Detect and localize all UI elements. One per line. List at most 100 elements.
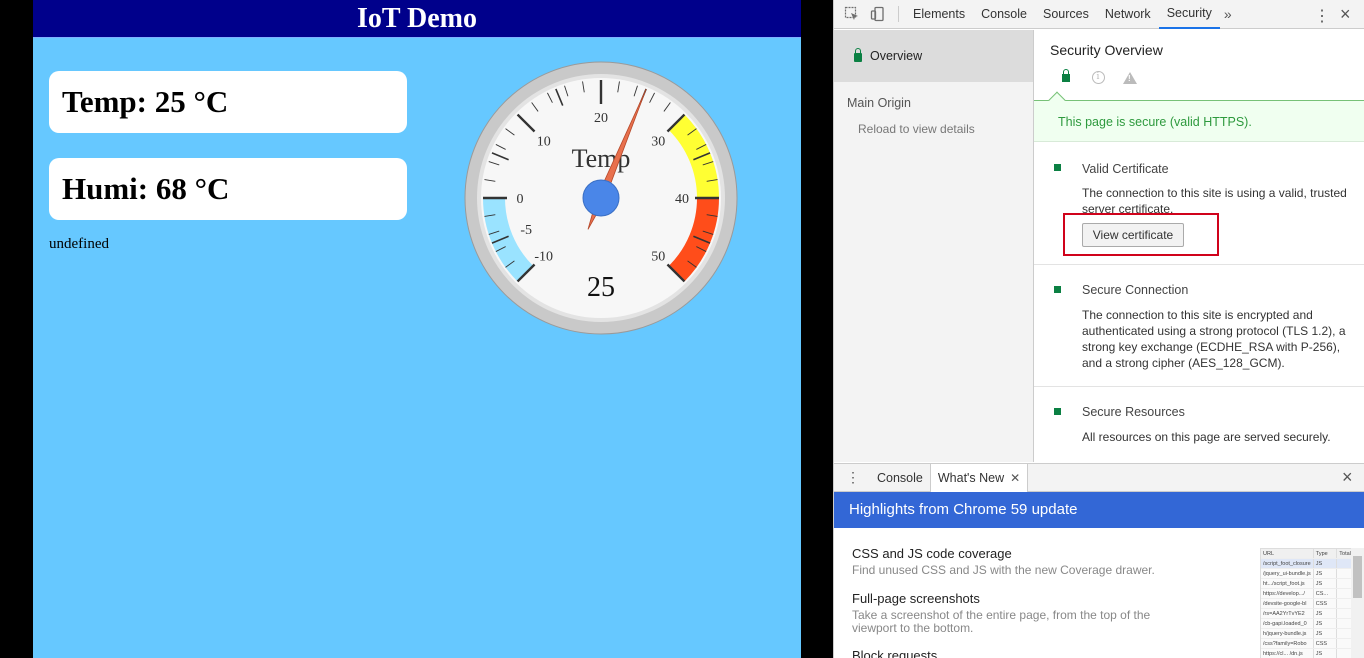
thumbnail-header: URL	[1261, 549, 1314, 558]
thumbnail-type-cell: JS	[1314, 609, 1338, 618]
security-main: Security Overview i This page is secure …	[1034, 30, 1364, 462]
close-tab-icon[interactable]: ✕	[1010, 464, 1020, 492]
thumbnail-row: /script_foot_closure JS	[1261, 559, 1351, 569]
thumbnail-type-cell: CS...	[1314, 589, 1338, 598]
tab-elements[interactable]: Elements	[905, 0, 973, 29]
gauge-tick-label: -5	[520, 223, 532, 238]
toolbar-divider	[898, 6, 899, 22]
secure-banner: This page is secure (valid HTTPS).	[1034, 100, 1364, 142]
devtools-panel: Elements Console Sources Network Securit…	[833, 0, 1364, 658]
devtools-menu-icon[interactable]: ⋮	[1314, 6, 1330, 26]
gauge-tick-label: -10	[534, 249, 553, 264]
more-tabs-chevron-icon[interactable]: »	[1224, 6, 1232, 22]
gauge-tick-label: 40	[675, 192, 689, 207]
thumbnail-type-cell: JS	[1314, 649, 1338, 658]
thumbnail-total-cell	[1337, 609, 1351, 618]
coverage-screenshot-thumbnail: URL Type Total /script_foot_closure JS/jq…	[1260, 548, 1352, 658]
thumbnail-total-cell	[1337, 559, 1351, 568]
thumbnail-url-cell: https://cl... /dn.js	[1261, 649, 1314, 658]
lock-icon	[854, 47, 862, 62]
drawer-tab-whats-new[interactable]: What's New ✕	[929, 463, 1029, 492]
thumbnail-type-cell: JS	[1314, 559, 1338, 568]
security-sidebar: Overview Main Origin Reload to view deta…	[834, 30, 1034, 462]
thumbnail-url-cell: /css?family=Robo	[1261, 639, 1314, 648]
tab-console[interactable]: Console	[973, 0, 1035, 29]
thumbnail-type-cell: CSS	[1314, 599, 1338, 608]
devtools-drawer: ⋮ Console What's New ✕ × Highlights from…	[834, 463, 1364, 658]
sidebar-item-label: Overview	[870, 49, 923, 63]
thumbnail-total-cell	[1337, 649, 1351, 658]
gauge-tick-label: 50	[651, 249, 665, 264]
close-devtools-icon[interactable]: ×	[1340, 4, 1351, 25]
secure-resources-section: Secure Resources All resources on this p…	[1034, 387, 1364, 462]
close-drawer-icon[interactable]: ×	[1342, 467, 1353, 488]
inspect-element-icon[interactable]	[844, 6, 860, 22]
whats-new-item: CSS and JS code coverage Find unused CSS…	[852, 546, 1232, 577]
section-description: The connection to this site is encrypted…	[1082, 308, 1346, 370]
thumbnail-type-cell: CSS	[1314, 639, 1338, 648]
gauge-value: 25	[587, 272, 615, 303]
page-header: IoT Demo	[33, 0, 801, 38]
thumbnail-total-cell	[1337, 639, 1351, 648]
tab-sources[interactable]: Sources	[1035, 0, 1097, 29]
thumbnail-url-cell: ht.../script_foot.js	[1261, 579, 1314, 588]
drawer-scrollbar[interactable]	[1351, 548, 1364, 658]
gauge-tick-label: 20	[594, 111, 608, 126]
section-heading: Valid Certificate	[1082, 162, 1169, 176]
thumbnail-total-cell	[1337, 579, 1351, 588]
thumbnail-url-cell: /cb-gapi.loaded_0	[1261, 619, 1314, 628]
drawer-tab-label: What's New	[937, 470, 1005, 485]
warning-icon	[1114, 71, 1146, 84]
thumbnail-url-cell: /jquery_ui-bundle.js	[1261, 569, 1314, 578]
view-certificate-button[interactable]: View certificate	[1082, 223, 1184, 247]
device-toolbar-icon[interactable]	[870, 6, 886, 22]
thumbnail-url-cell: /devsite-google-bl	[1261, 599, 1314, 608]
thumbnail-type-cell: JS	[1314, 629, 1338, 638]
thumbnail-row: https://cl... /dn.js JS	[1261, 649, 1351, 658]
thumbnail-total-cell	[1337, 569, 1351, 578]
whats-new-banner: Highlights from Chrome 59 update	[834, 492, 1364, 528]
drawer-tab-console[interactable]: Console	[870, 464, 930, 492]
tab-network[interactable]: Network	[1097, 0, 1159, 29]
scrollbar-thumb[interactable]	[1353, 556, 1362, 598]
sidebar-reload-hint: Reload to view details	[858, 122, 975, 136]
whats-new-item: Block requests	[852, 648, 1232, 658]
thumbnail-header: Total	[1339, 551, 1351, 557]
thumbnail-header: Type	[1314, 549, 1338, 558]
gauge-hub	[582, 179, 620, 217]
thumbnail-url-cell: /script_foot_closure	[1261, 559, 1314, 568]
sidebar-item-overview[interactable]: Overview	[834, 30, 1033, 82]
tab-security[interactable]: Security	[1158, 0, 1220, 29]
thumbnail-row: /rs=AA2YrTvYE2 JS	[1261, 609, 1351, 619]
temperature-gauge: -10-501020304050 Temp 25	[464, 61, 738, 335]
gauge-tick-label: 30	[651, 135, 665, 150]
section-heading: Secure Resources	[1082, 405, 1185, 419]
secure-bullet-icon	[1054, 286, 1061, 293]
web-page: IoT Demo Temp: 25 °C Humi: 68 °C undefin…	[33, 0, 801, 658]
secure-lock-icon	[1050, 68, 1082, 82]
secure-bullet-icon	[1054, 408, 1061, 415]
thumbnail-row: https://develop.../CS...	[1261, 589, 1351, 599]
thumbnail-type-cell: JS	[1314, 579, 1338, 588]
drawer-toolbar: ⋮ Console What's New ✕ ×	[834, 463, 1364, 492]
humidity-card: Humi: 68 °C	[49, 158, 407, 220]
whats-new-item: Full-page screenshots Take a screenshot …	[852, 591, 1192, 635]
item-description: Take a screenshot of the entire page, fr…	[852, 608, 1151, 635]
thumbnail-type-cell: JS	[1314, 619, 1338, 628]
item-title: CSS and JS code coverage	[852, 546, 1012, 561]
thumbnail-row: h/jquery-bundle.js JS	[1261, 629, 1351, 639]
gauge-tick-label: 10	[537, 135, 551, 150]
thumbnail-total-cell	[1337, 619, 1351, 628]
thumbnail-row: /devsite-google-bl CSS	[1261, 599, 1351, 609]
item-title: Block requests	[852, 648, 938, 658]
section-description: All resources on this page are served se…	[1082, 430, 1331, 444]
secure-connection-section: Secure Connection The connection to this…	[1034, 265, 1364, 387]
thumbnail-rows: /script_foot_closure JS/jquery_ui-bundle.…	[1261, 559, 1351, 658]
thumbnail-url-cell: https://develop.../	[1261, 589, 1314, 598]
thumbnail-url-cell: /rs=AA2YrTvYE2	[1261, 609, 1314, 618]
item-title: Full-page screenshots	[852, 591, 980, 606]
secure-bullet-icon	[1054, 164, 1061, 171]
security-summary-icons: i	[1050, 68, 1146, 84]
drawer-menu-icon[interactable]: ⋮	[846, 469, 860, 486]
status-text: undefined	[49, 236, 109, 252]
